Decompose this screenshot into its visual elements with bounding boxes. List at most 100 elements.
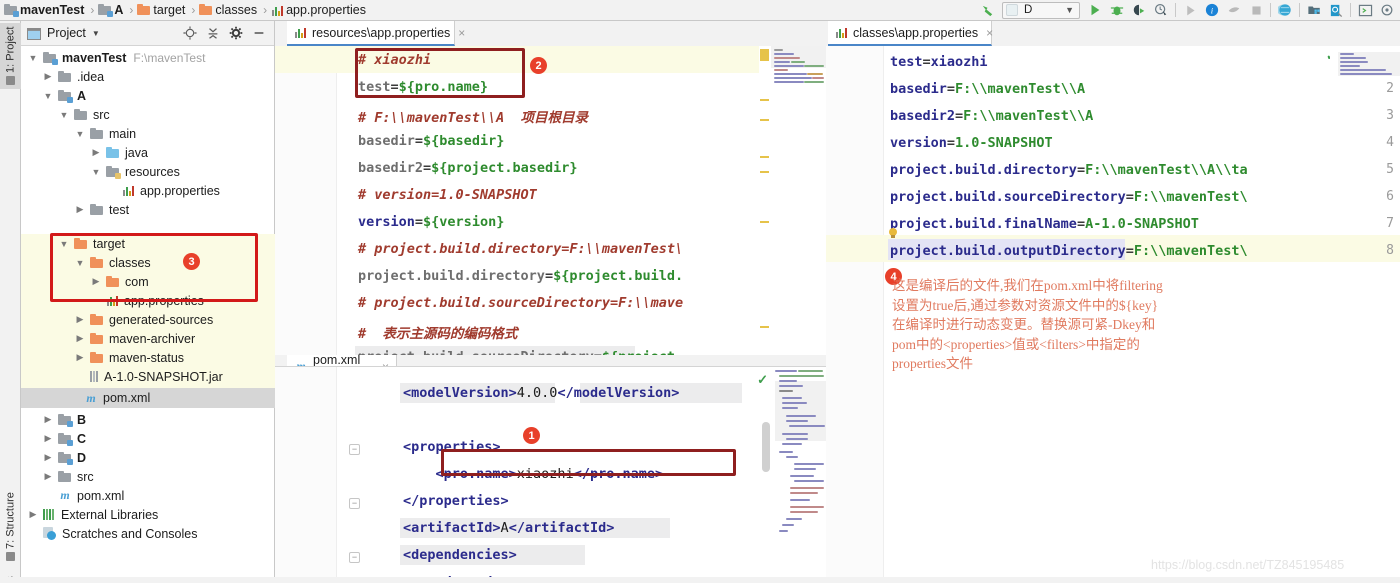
tree-item-classes[interactable]: ▼ classes [21, 253, 275, 272]
project-structure-icon[interactable] [1303, 0, 1325, 20]
tree-item-a[interactable]: ▼ A [21, 86, 275, 105]
chevron-down-icon[interactable]: ▼ [58, 109, 70, 121]
tree-item-resources[interactable]: ▼ resources [21, 162, 275, 181]
folder-orange-icon [90, 313, 104, 326]
tree-item-external-libraries[interactable]: ▶ External Libraries [21, 505, 275, 524]
tree-item-generated-sources[interactable]: ▶ generated-sources [21, 310, 275, 329]
folder-orange-icon [74, 237, 88, 250]
close-icon[interactable]: × [986, 26, 993, 40]
chevron-right-icon[interactable]: ▶ [90, 276, 102, 288]
chevron-right-icon[interactable]: ▶ [74, 204, 86, 216]
build-hammer-icon[interactable] [976, 0, 998, 20]
tree-item-idea[interactable]: ▶ .idea [21, 67, 275, 86]
tree-item-root-src[interactable]: ▶ src [21, 467, 275, 486]
chevron-down-icon[interactable]: ▼ [90, 166, 102, 178]
tree-item-resources-app-properties[interactable]: app.properties [21, 181, 275, 200]
code-fold-toggle[interactable]: − [349, 498, 360, 509]
chevron-right-icon[interactable]: ▶ [42, 471, 54, 483]
chevron-down-icon[interactable]: ▼ [27, 52, 39, 64]
editor-top-left[interactable]: 1 2 3 4 5 6 7 8 9 10 11 12 # xiaozhi tes… [275, 46, 826, 366]
breadcrumb-item-a[interactable]: A [98, 3, 125, 17]
minimap-right[interactable] [1330, 48, 1400, 78]
chevron-down-icon[interactable]: ▼ [92, 29, 100, 38]
minimap-top-left[interactable] [771, 46, 826, 366]
code-fold-toggle[interactable]: − [349, 444, 360, 455]
tree-item-pom-xml-a[interactable]: m pom.xml [21, 388, 275, 408]
breadcrumb-item-maventest[interactable]: mavenTest [4, 3, 86, 17]
breadcrumb-item-classes[interactable]: classes [199, 3, 259, 17]
settings-icon[interactable] [1376, 0, 1398, 20]
tree-item-target[interactable]: ▼ target [21, 234, 275, 253]
module-icon [98, 4, 114, 17]
tree-item-java[interactable]: ▶ java [21, 143, 275, 162]
gear-icon[interactable] [229, 26, 243, 40]
tree-item-b[interactable]: ▶ B [21, 410, 275, 429]
tree-item-root-pom-xml[interactable]: m pom.xml [21, 486, 275, 505]
editor-scrollbar[interactable] [762, 422, 770, 472]
sidebar-item-structure[interactable]: 7: Structure [0, 487, 21, 567]
code-line: test=${pro.name} [358, 79, 489, 95]
debug-icon[interactable] [1106, 0, 1128, 20]
chevron-right-icon[interactable]: ▶ [74, 314, 86, 326]
minimize-icon[interactable] [252, 26, 266, 40]
inspection-ok-icon[interactable]: ✓ [757, 372, 768, 388]
tab-resources-app-properties[interactable]: resources\app.properties × [287, 21, 465, 46]
mark-bar-top-left[interactable] [759, 46, 771, 366]
folder-orange-icon [137, 4, 151, 16]
tree-item-scratches-and-consoles[interactable]: Scratches and Consoles [21, 524, 275, 543]
run-config-selector[interactable]: D ▼ [1002, 1, 1080, 19]
chevron-right-icon[interactable]: ▶ [42, 452, 54, 464]
profile-icon[interactable] [1150, 0, 1172, 20]
tree-item-snapshot-jar[interactable]: A-1.0-SNAPSHOT.jar [21, 367, 275, 386]
tree-item-c[interactable]: ▶ C [21, 429, 275, 448]
tree-item-maventest[interactable]: ▼ mavenTest F:\mavenTest [21, 48, 275, 67]
chevron-right-icon[interactable]: ▶ [74, 352, 86, 364]
chevron-right-icon[interactable]: ▶ [42, 433, 54, 445]
tree-item-src[interactable]: ▼ src [21, 105, 275, 124]
tree-item-classes-app-properties[interactable]: app.properties [21, 291, 275, 310]
chevron-down-icon[interactable]: ▼ [42, 90, 54, 102]
editor-right[interactable]: 1 2 3 4 5 6 7 8 test=xiaozhi basedir=F:\… [826, 46, 1400, 583]
chevron-right-icon[interactable]: ▶ [27, 509, 39, 521]
breadcrumb-item-target[interactable]: target [137, 3, 187, 17]
tree-item-label: pom.xml [103, 391, 151, 405]
external-libraries-icon [43, 508, 56, 521]
tree-item-maven-archiver[interactable]: ▶ maven-archiver [21, 329, 275, 348]
tree-item-label: A [77, 88, 87, 103]
chevron-right-icon[interactable]: ▶ [74, 333, 86, 345]
tree-item-test[interactable]: ▶ test [21, 200, 275, 219]
chevron-down-icon[interactable]: ▼ [74, 257, 86, 269]
tree-item-com[interactable]: ▶ com [21, 272, 275, 291]
intention-bulb-icon[interactable] [889, 228, 897, 239]
breadcrumb-item-app-properties[interactable]: app.properties [271, 3, 368, 17]
search-everywhere-icon[interactable] [1325, 0, 1347, 20]
help-icon[interactable]: i [1201, 0, 1223, 20]
close-icon[interactable]: × [458, 26, 465, 40]
editor-bottom-left[interactable]: 10 11 12 13 14 15 16 17 − − − − <modelVe… [275, 366, 826, 583]
tree-item-main[interactable]: ▼ main [21, 124, 275, 143]
tab-classes-app-properties[interactable]: classes\app.properties × [828, 21, 993, 46]
terminal-icon[interactable] [1354, 0, 1376, 20]
chevron-right-icon[interactable]: ▶ [42, 71, 54, 83]
update-app-icon[interactable] [1274, 0, 1296, 20]
chevron-right-icon[interactable]: ▶ [90, 147, 102, 159]
tree-item-label: mavenTest [62, 50, 127, 65]
toolbar-divider [1350, 3, 1351, 17]
minimap-bottom-left[interactable] [771, 367, 826, 583]
collapse-all-icon[interactable] [206, 26, 220, 40]
code-line: project.build.outputDirectory=F:\\mavenT… [890, 243, 1248, 259]
sidebar-item-project[interactable]: 1: Project [0, 23, 21, 89]
tree-item-maven-status[interactable]: ▶ maven-status [21, 348, 275, 367]
chevron-down-icon[interactable]: ▼ [74, 128, 86, 140]
tree-item-d[interactable]: ▶ D [21, 448, 275, 467]
code-fold-toggle[interactable]: − [349, 552, 360, 563]
chevron-down-icon[interactable]: ▼ [58, 238, 70, 250]
run-icon[interactable] [1084, 0, 1106, 20]
line-number: 5 [1386, 162, 1394, 177]
chevron-right-icon[interactable]: ▶ [42, 414, 54, 426]
code-line: basedir=${basedir} [358, 133, 505, 149]
run-coverage-icon[interactable] [1128, 0, 1150, 20]
code-line: # F:\\mavenTest\\A 项目根目录 [358, 110, 589, 126]
locate-icon[interactable] [183, 26, 197, 40]
project-tree: ▼ mavenTest F:\mavenTest ▶ .idea ▼ A ▼ s… [21, 46, 275, 541]
